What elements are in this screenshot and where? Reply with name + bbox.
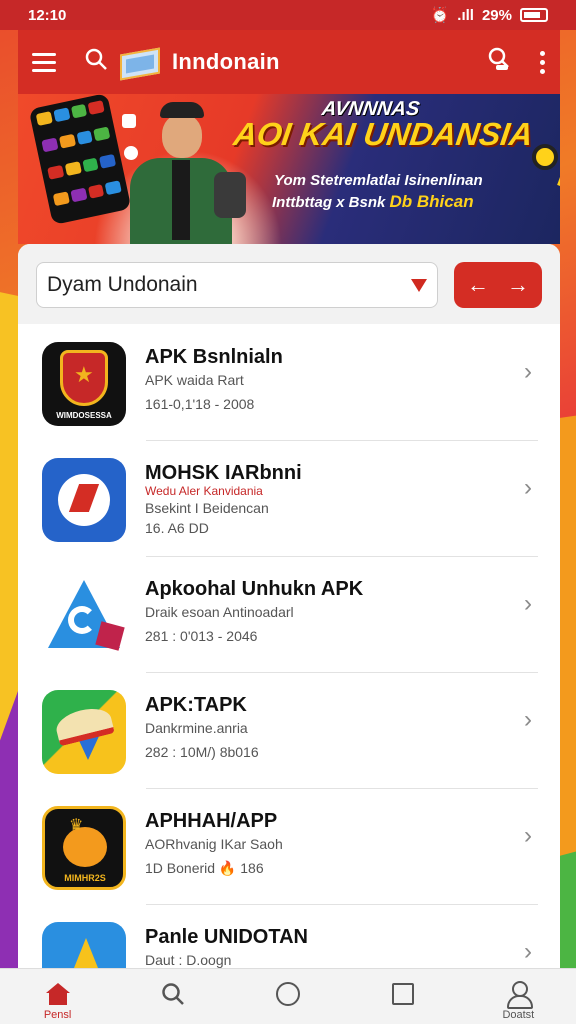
app-subtitle: AORhvanig IKar Saoh [145,836,283,852]
signal-icon: .ıll [457,6,474,24]
search-icon[interactable] [84,47,108,78]
app-meta: 16. A6 DD [145,520,209,536]
alarm-icon: ⏰ [430,7,450,24]
nav-circle[interactable] [248,969,328,1024]
app-title: Inndonain [172,49,280,74]
app-subtitle: Daut : D.oogn [145,952,232,968]
chevron-right-icon: › [524,706,532,733]
bottom-nav: Pensl Doatst [0,968,576,1024]
blue-circle-app-icon [42,458,126,542]
app-name: APHHAH/APP [145,810,278,832]
list-item[interactable]: Panle UNIDOTAN Daut : D.oogn › [18,904,560,968]
list-item[interactable]: MOHSK IARbnni Wedu Aler Kanvidania Bseki… [18,440,560,556]
app-subtitle: Bsekint I Beidencan [145,500,269,516]
app-name: MOHSK IARbnni [145,462,302,484]
app-meta: 1D Bonerid 🔥 186 [145,860,264,876]
app-name: Panle UNIDOTAN [145,926,308,948]
triangle-app-icon [42,574,126,658]
promo-banner[interactable]: AVNNNAS AOI KAI UNDANSIA Yom Stetremlatl… [18,94,560,244]
content-card: Dyam Undonain ← → ★ WIMDOSESSA APK Bsnln… [18,244,560,968]
circle-icon [275,982,300,1006]
nav-square[interactable] [363,969,443,1024]
banner-headline: AOI KAI UNDANSIA [231,116,536,152]
bullet-icon [557,175,560,195]
app-list: ★ WIMDOSESSA APK Bsnlnialn APK waida Rar… [18,324,560,968]
banner-line-1: Yom Stetremlatlai Isinenlinan [274,172,483,189]
nav-profile[interactable]: Doatst [478,969,558,1024]
square-icon [392,983,415,1005]
chevron-right-icon: › [524,590,532,617]
search-icon [160,981,186,1007]
chevron-right-icon: › [524,474,532,501]
list-item[interactable]: ♛ MIMHR2S APHHAH/APP AORhvanig IKar Saoh… [18,788,560,904]
account-search-icon[interactable] [486,46,512,79]
profile-icon [506,981,534,1009]
nav-home[interactable]: Pensl [18,969,98,1024]
region-dropdown[interactable]: Dyam Undonain [36,262,438,308]
battery-icon [520,8,548,22]
chevron-right-icon: › [524,938,532,965]
menu-icon[interactable] [32,47,62,77]
app-name: Apkoohal Unhukn APK [145,578,364,600]
app-meta: 282 : 10M/) 8b016 [145,744,259,760]
mascot-app-icon: ♛ MIMHR2S [42,806,126,890]
nav-home-label: Pensl [43,1009,72,1021]
shield-app-icon: ★ WIMDOSESSA [42,342,126,426]
phone-illustration [28,94,132,226]
status-icons: ⏰ .ıll 29% [431,6,548,24]
arrow-right-icon: → [507,272,529,297]
nav-search[interactable] [133,969,213,1024]
caret-down-icon [411,278,427,292]
list-item[interactable]: ★ WIMDOSESSA APK Bsnlnialn APK waida Rar… [18,324,560,440]
app-logo-icon [118,45,162,81]
nav-profile-label: Doatst [502,1009,535,1021]
app-bar: Inndonain [18,30,560,94]
more-vert-icon[interactable] [540,50,546,74]
banner-line-2: Inttbttag x Bsnk Db Bhican [272,192,474,211]
home-icon [45,983,70,1005]
app-name: APK Bsnlnialn [145,346,283,368]
swap-button[interactable]: ← → [454,262,542,308]
app-subtitle-red: Wedu Aler Kanvidania [145,484,263,498]
hat-app-icon [42,690,126,774]
app-meta: 161-0,1'18 - 2008 [145,396,255,412]
battery-percent: 29% [481,6,512,24]
status-time: 12:10 [28,6,67,24]
bullet-icon [532,144,558,170]
app-subtitle: Draik esoan Antinoadarl [145,604,294,620]
chevron-right-icon: › [524,822,532,849]
app-meta: 281 : 0'013 - 2046 [145,628,258,644]
status-bar: 12:10 ⏰ .ıll 29% [0,0,576,30]
dropdown-value: Dyam Undonain [47,273,198,296]
banner-text: AVNNNAS AOI KAI UNDANSIA Yom Stetremlatl… [228,94,560,244]
app-name: APK:TAPK [145,694,247,716]
app-subtitle: APK waida Rart [145,372,244,388]
arrow-left-icon: ← [467,272,489,297]
chevron-right-icon: › [524,358,532,385]
app-subtitle: Dankrmine.anria [145,720,248,736]
list-item[interactable]: APK:TAPK Dankrmine.anria 282 : 10M/) 8b0… [18,672,560,788]
filter-bar: Dyam Undonain ← → [18,244,560,324]
list-item[interactable]: Apkoohal Unhukn APK Draik esoan Antinoad… [18,556,560,672]
arrow-app-icon [42,922,126,968]
